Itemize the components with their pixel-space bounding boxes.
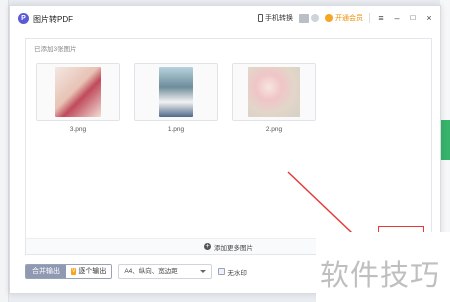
watermark-text: 软件技巧: [320, 258, 441, 292]
